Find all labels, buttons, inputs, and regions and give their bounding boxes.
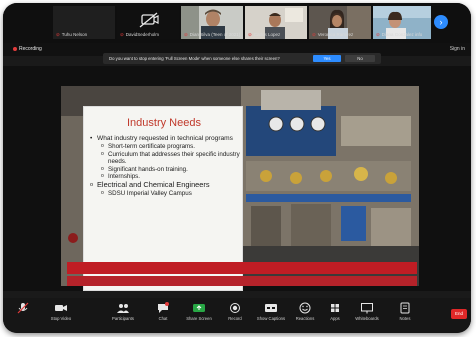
- participant-tile[interactable]: ⊘ Tuhu Nelson: [53, 6, 115, 39]
- record-icon: [230, 303, 240, 313]
- participant-name: Dian Silva (Teen of 2021): [189, 32, 241, 37]
- slide-sub-bullet: o SDSU Imperial Valley Campus: [101, 189, 192, 197]
- zoom-window: ⊘ Tuhu Nelson ⊘ DavidSederholm ⊘ Dian Silva…: [3, 3, 471, 333]
- chat-button[interactable]: Chat: [145, 302, 181, 321]
- participant-name: DavidSederholm: [125, 32, 160, 37]
- fullscreen-prompt: Do you want to stop entering 'Full Scree…: [103, 53, 381, 64]
- slide-sub-bullet: o Curriculum that addresses their specifi…: [101, 150, 240, 166]
- participant-name: Veronica Ramirez: [317, 32, 354, 37]
- meeting-toolbar: Stop Video Participants Chat Share Scree…: [3, 298, 471, 333]
- notes-icon: [400, 302, 410, 314]
- whiteboards-button[interactable]: Whiteboards: [349, 302, 385, 321]
- muted-mic-icon: ⊘: [248, 32, 252, 37]
- participant-name: Tuhu Nelson: [61, 32, 88, 37]
- recording-indicator[interactable]: Recording: [13, 46, 42, 52]
- reactions-icon: [299, 302, 311, 314]
- end-meeting-button[interactable]: End: [451, 309, 467, 319]
- shared-screen: Industry Needs What industry requested i…: [3, 66, 471, 291]
- participant-name: Diana Gonzalez info: [381, 32, 423, 37]
- muted-mic-icon: ⊘: [312, 32, 316, 37]
- university-logo: [68, 233, 78, 243]
- muted-mic-icon: ⊘: [120, 32, 124, 37]
- participant-tile[interactable]: ⊘ Carlos Lopez: [245, 6, 307, 39]
- mute-button[interactable]: [5, 302, 41, 316]
- slide-sub-bullet: o Short-term certificate programs.: [101, 143, 195, 150]
- muted-mic-icon: ⊘: [184, 32, 188, 37]
- apps-button[interactable]: Apps: [317, 302, 353, 321]
- slide-body: What industry requested in technical pro…: [90, 135, 242, 197]
- share-screen-button[interactable]: Share Screen: [181, 302, 217, 321]
- yes-button[interactable]: Yes: [313, 55, 341, 62]
- microphone-icon: [17, 302, 29, 314]
- slide-section: o Electrical and Chemical Engineers: [90, 179, 210, 189]
- participant-tile[interactable]: ⊘ Dian Silva (Teen of 2021): [181, 6, 243, 39]
- prompt-message: Do you want to stop entering 'Full Scree…: [109, 56, 280, 61]
- participant-strip: ⊘ Tuhu Nelson ⊘ DavidSederholm ⊘ Dian Silva…: [3, 3, 471, 43]
- participants-button[interactable]: Participants: [105, 302, 141, 321]
- whiteboard-icon: [361, 303, 373, 314]
- next-page-arrow-icon[interactable]: ›: [434, 15, 448, 29]
- slide-footer-band: [67, 276, 417, 286]
- slide-bullet: What industry requested in technical pro…: [90, 135, 242, 143]
- sign-in-link[interactable]: Sign in: [450, 46, 465, 52]
- record-button[interactable]: Record: [217, 302, 253, 321]
- participant-tile[interactable]: ⊘ Veronica Ramirez: [309, 6, 371, 39]
- apps-icon: [331, 304, 339, 312]
- show-captions-button[interactable]: Show Captions: [253, 302, 289, 321]
- slide-red-band: [67, 262, 417, 274]
- participant-tile[interactable]: ⊘ Diana Gonzalez info: [373, 6, 431, 39]
- participant-tile[interactable]: ⊘ DavidSederholm: [117, 6, 179, 39]
- captions-icon: [265, 304, 277, 312]
- no-button[interactable]: No: [345, 55, 375, 62]
- muted-mic-icon: ⊘: [376, 32, 380, 37]
- record-dot-icon: [13, 46, 17, 51]
- notes-button[interactable]: Notes: [387, 302, 423, 321]
- stop-video-button[interactable]: Stop Video: [43, 302, 79, 321]
- muted-mic-icon: ⊘: [56, 32, 60, 37]
- share-screen-icon: [193, 304, 205, 312]
- slide-title: Industry Needs: [127, 117, 201, 129]
- chat-icon: [158, 302, 169, 313]
- slide-sub-bullet: o Significant hands-on training.: [101, 165, 188, 173]
- video-camera-icon: [55, 305, 67, 311]
- participant-name: Carlos Lopez: [253, 32, 281, 37]
- participants-icon: [117, 304, 129, 313]
